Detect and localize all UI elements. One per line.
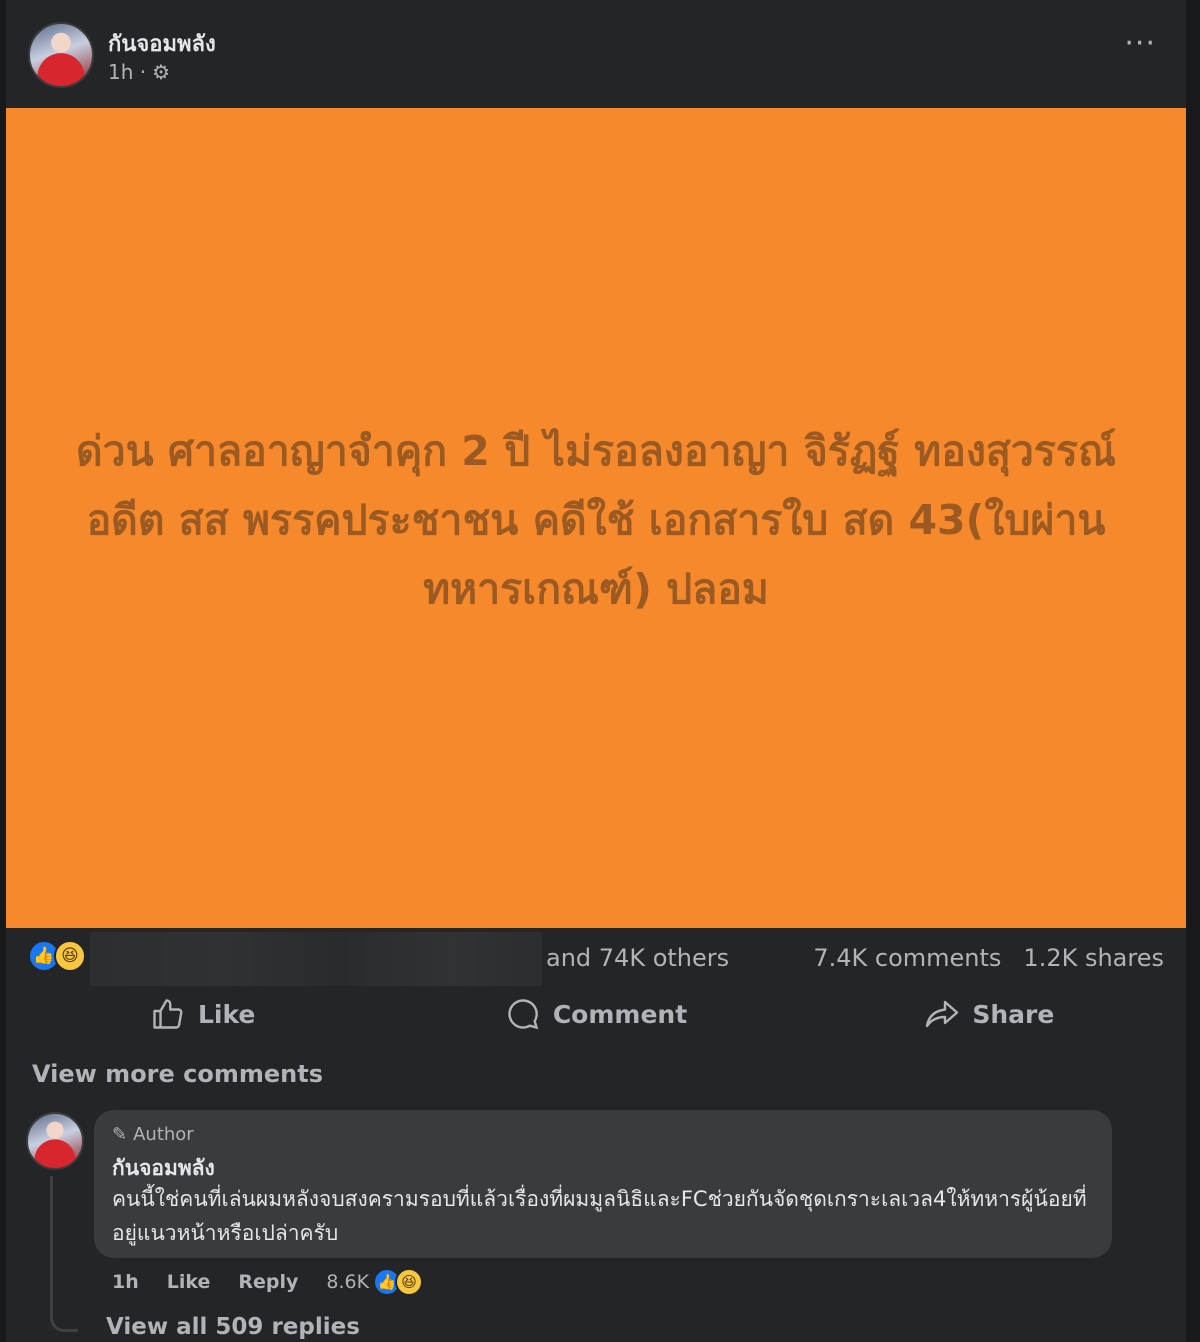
comment-actions: 1h Like Reply 8.6K 👍 😆 — [112, 1268, 424, 1296]
view-more-comments-link[interactable]: View more comments — [32, 1060, 323, 1088]
reaction-summary[interactable]: and 74K others — [546, 944, 729, 972]
comment-reply-button[interactable]: Reply — [238, 1271, 298, 1293]
post-meta: 1h · ⚙ — [108, 60, 170, 84]
comment-label: Comment — [552, 999, 688, 1029]
comment-bubble: ✎ Author กันจอมพลัง คนนี้ใช่คนที่เล่นผมห… — [94, 1110, 1112, 1258]
comment-bubble-icon — [508, 999, 539, 1030]
post-time[interactable]: 1h · — [108, 60, 146, 84]
commenter-avatar[interactable] — [26, 1112, 84, 1170]
view-replies-link[interactable]: View all 509 replies — [106, 1314, 360, 1340]
comment-button[interactable]: Comment — [399, 988, 792, 1040]
engagement-counts: 7.4K comments 1.2K shares — [813, 944, 1164, 972]
share-arrow-icon — [926, 1000, 959, 1028]
haha-reaction-icon: 😆 — [395, 1268, 424, 1296]
comment-like-button[interactable]: Like — [167, 1271, 211, 1293]
haha-reaction-icon: 😆 — [54, 940, 86, 972]
comment-reactions[interactable]: 8.6K 👍 😆 — [326, 1268, 424, 1296]
like-button[interactable]: Like — [6, 988, 399, 1040]
post-action-bar: Like Comment Share — [6, 988, 1186, 1040]
author-avatar[interactable] — [28, 22, 94, 88]
pencil-icon: ✎ — [112, 1124, 128, 1145]
comments-count[interactable]: 7.4K comments — [813, 944, 1001, 972]
author-badge-label: Author — [133, 1124, 194, 1145]
commenter-name[interactable]: กันจอมพลัง — [112, 1152, 215, 1185]
post-card: กันจอมพลัง 1h · ⚙ ··· ด่วน ศาลอาญาจำคุก … — [6, 0, 1186, 1342]
author-badge: ✎ Author — [112, 1124, 194, 1145]
reply-thread-line — [50, 1176, 78, 1332]
comment-time[interactable]: 1h — [112, 1271, 139, 1293]
post-image-text: ด่วน ศาลอาญาจำคุก 2 ปี ไม่รอลงอาญา จิรัฏ… — [76, 426, 1116, 613]
post-image-panel[interactable]: ด่วน ศาลอาญาจำคุก 2 ปี ไม่รอลงอาญา จิรัฏ… — [6, 108, 1186, 928]
comment-reaction-count: 8.6K — [326, 1271, 370, 1293]
shares-count[interactable]: 1.2K shares — [1023, 944, 1164, 972]
privacy-gear-icon[interactable]: ⚙ — [152, 60, 170, 84]
reaction-icons[interactable]: 👍 😆 — [28, 940, 86, 972]
comment-text: คนนี้ใช่คนที่เล่นผมหลังจบสงครามรอบที่แล้… — [112, 1187, 1087, 1245]
more-options-button[interactable]: ··· — [1124, 29, 1156, 59]
share-button[interactable]: Share — [793, 988, 1186, 1040]
like-label: Like — [197, 999, 256, 1029]
blurred-reactor-names — [90, 932, 542, 986]
thumbs-up-icon — [153, 999, 183, 1029]
share-label: Share — [972, 999, 1055, 1029]
author-name[interactable]: กันจอมพลัง — [108, 26, 216, 61]
